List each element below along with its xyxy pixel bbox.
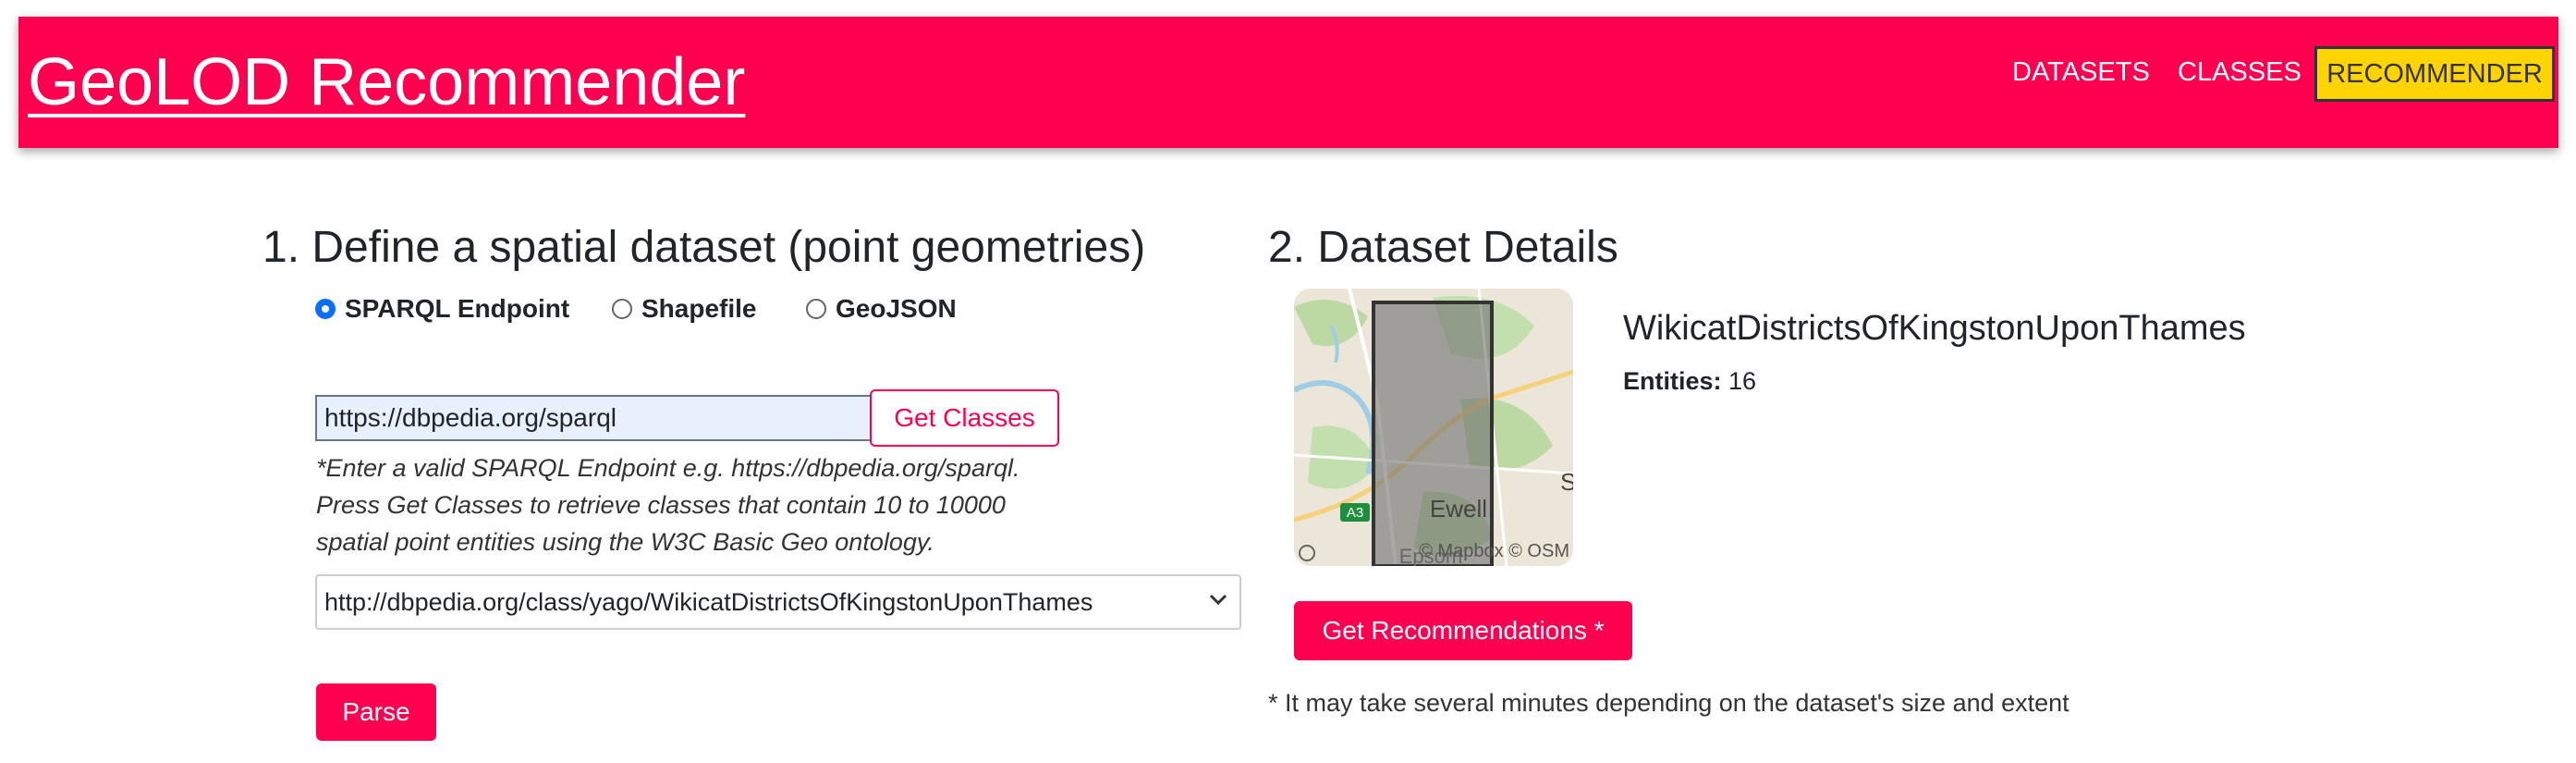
radio-sparql-label: SPARQL Endpoint — [345, 294, 570, 323]
entities-label: Entities: — [1623, 367, 1722, 395]
radio-sparql[interactable]: SPARQL Endpoint — [315, 294, 569, 324]
duration-note: * It may take several minutes depending … — [1268, 689, 2069, 717]
brand-link[interactable]: GeoLOD Recommender — [28, 44, 745, 120]
entities-value: 16 — [1728, 367, 1757, 395]
hint-line: spatial point entities using the W3C Bas… — [316, 528, 934, 556]
step1-title: 1. Define a spatial dataset (point geome… — [262, 223, 1146, 272]
get-recommendations-button[interactable]: Get Recommendations * — [1294, 601, 1632, 660]
endpoint-hint: *Enter a valid SPARQL Endpoint e.g. http… — [316, 449, 1056, 560]
map-attribution[interactable]: © Mapbox © OSM — [1419, 541, 1569, 561]
map-edge-label: S — [1560, 468, 1573, 496]
radio-sparql-button[interactable] — [315, 299, 336, 319]
radio-shapefile-button[interactable] — [612, 299, 632, 319]
parse-button[interactable]: Parse — [316, 683, 436, 741]
sparql-endpoint-input[interactable]: https://dbpedia.org/sparql — [315, 395, 873, 441]
radio-geojson-label: GeoJSON — [836, 294, 957, 323]
map-road-label: A3 — [1347, 505, 1363, 521]
get-classes-button[interactable]: Get Classes — [870, 389, 1059, 447]
map-town-label: Ewell — [1430, 495, 1487, 523]
class-select-value: http://dbpedia.org/class/yago/WikicatDis… — [324, 587, 1093, 616]
nav-classes[interactable]: CLASSES — [2178, 57, 2301, 88]
class-select[interactable]: http://dbpedia.org/class/yago/WikicatDis… — [315, 574, 1241, 630]
nav-datasets[interactable]: DATASETS — [2012, 57, 2150, 88]
radio-shapefile[interactable]: Shapefile — [612, 294, 756, 324]
nav-recommender[interactable]: RECOMMENDER — [2314, 46, 2555, 102]
step2-title: 2. Dataset Details — [1268, 223, 1618, 272]
dataset-name: WikicatDistrictsOfKingstonUponThames — [1623, 309, 2246, 348]
hint-line: Press Get Classes to retrieve classes th… — [316, 491, 1006, 519]
entities-count: Entities: 16 — [1623, 367, 1756, 396]
hint-line: *Enter a valid SPARQL Endpoint e.g. http… — [316, 454, 1020, 482]
radio-geojson[interactable]: GeoJSON — [806, 294, 957, 324]
radio-geojson-button[interactable] — [806, 299, 826, 319]
top-navbar: GeoLOD Recommender DATASETS CLASSES RECO… — [18, 17, 2558, 148]
radio-shapefile-label: Shapefile — [641, 294, 757, 323]
dataset-extent-map[interactable]: A3 Ewell S Epsom © Mapbox © OSM — [1294, 289, 1573, 566]
chevron-down-icon — [1206, 587, 1230, 618]
